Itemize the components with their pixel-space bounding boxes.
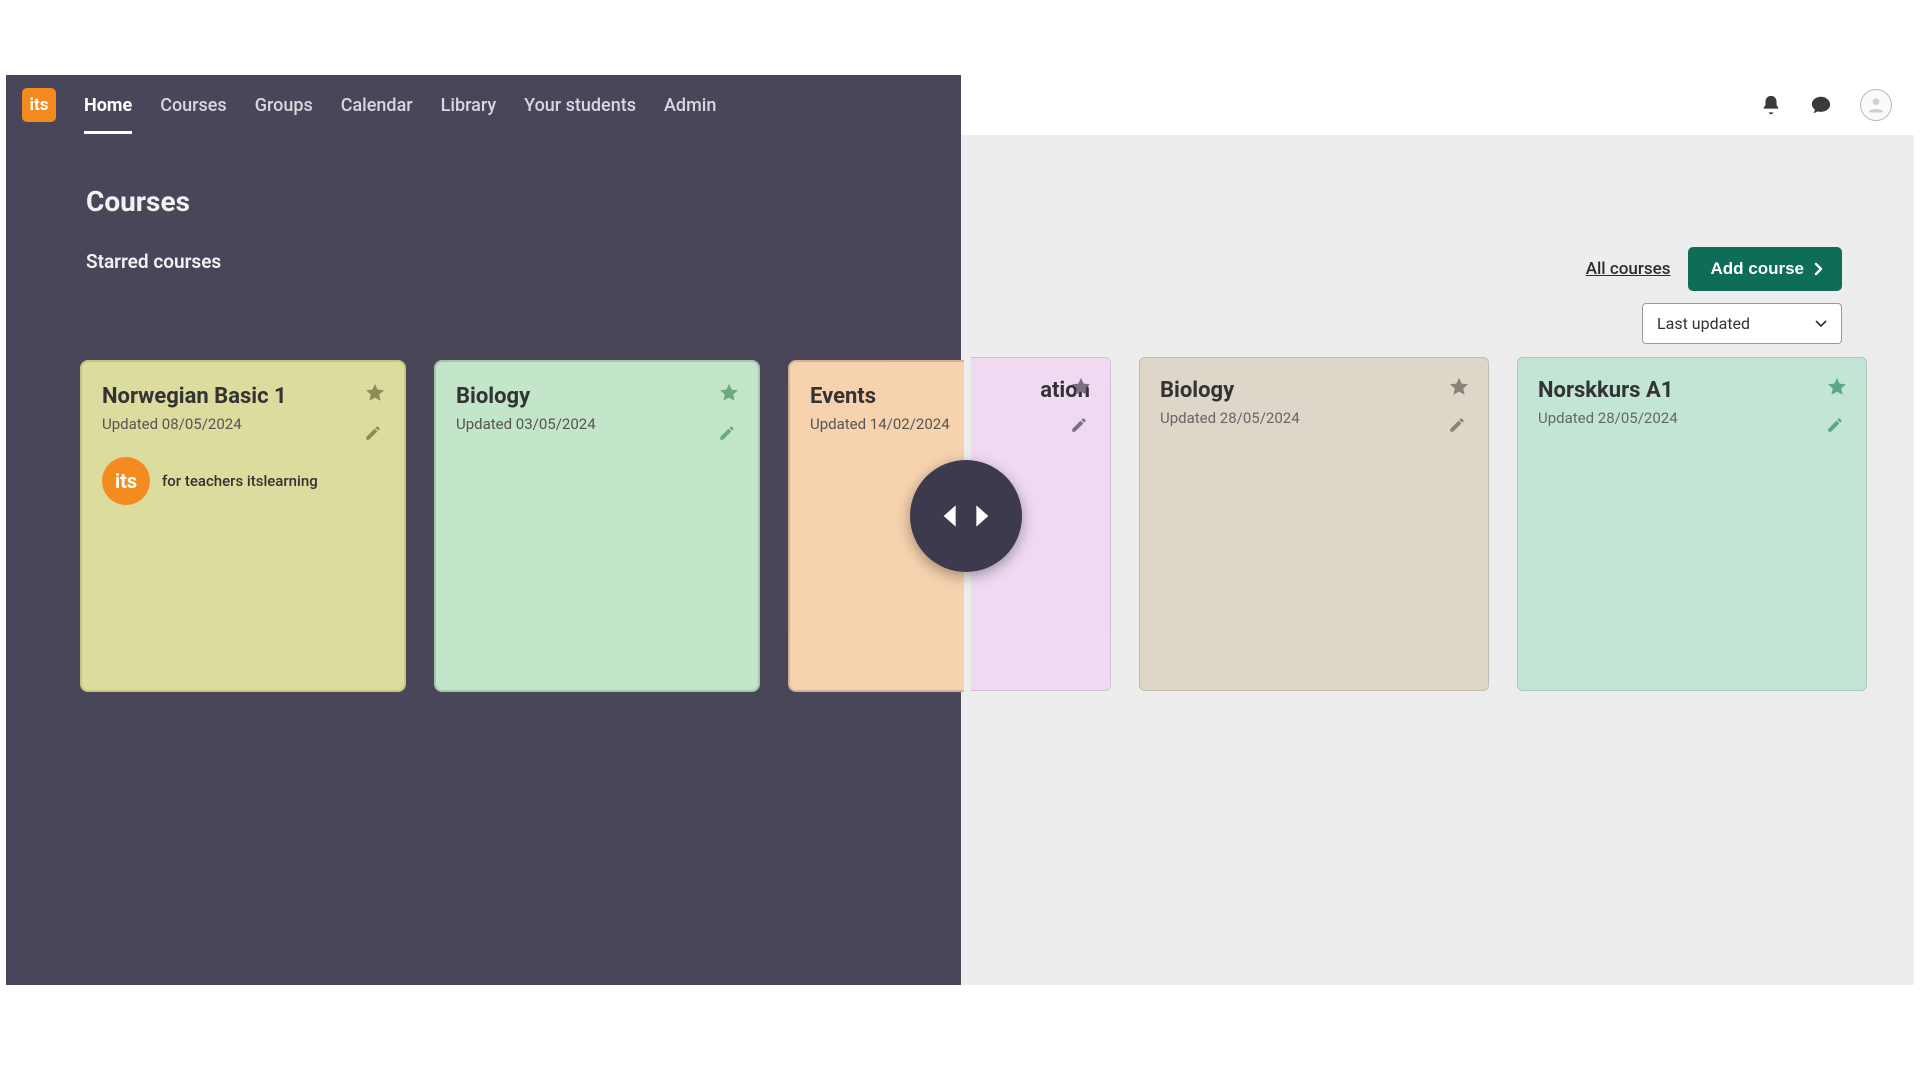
- nav-groups[interactable]: Groups: [255, 95, 313, 116]
- course-card-updated: Updated 03/05/2024: [456, 415, 738, 433]
- add-course-label: Add course: [1710, 259, 1804, 279]
- main-nav: its Home Courses Groups Calendar Library…: [6, 75, 961, 135]
- sort-selected-label: Last updated: [1657, 314, 1750, 333]
- add-course-button[interactable]: Add course: [1688, 247, 1842, 291]
- course-card-updated: Updated 28/05/2024: [1538, 409, 1846, 427]
- course-card[interactable]: Norskkurs A1 Updated 28/05/2024: [1517, 357, 1867, 691]
- teacher-row: its for teachers itslearning: [102, 457, 384, 505]
- pencil-icon[interactable]: [1070, 416, 1088, 438]
- app-dark-pane: its Home Courses Groups Calendar Library…: [6, 75, 961, 985]
- star-icon[interactable]: [1448, 376, 1470, 402]
- pencil-icon[interactable]: [364, 424, 382, 446]
- starred-course-cards: Norwegian Basic 1 Updated 08/05/2024 its…: [80, 360, 964, 692]
- course-card-title: Norskkurs A1: [1538, 378, 1846, 403]
- star-icon[interactable]: [364, 382, 386, 408]
- course-card-title: Events: [810, 384, 944, 409]
- course-card-updated: Updated 14/02/2024: [810, 415, 944, 433]
- nav-calendar[interactable]: Calendar: [341, 95, 413, 116]
- right-course-cards: ation Biology Updated 28/05/2024 Norskku…: [971, 357, 1867, 691]
- nav-courses[interactable]: Courses: [160, 95, 227, 116]
- caret-down-icon: [1815, 320, 1827, 328]
- pencil-icon[interactable]: [718, 424, 736, 446]
- course-card[interactable]: Biology Updated 28/05/2024: [1139, 357, 1489, 691]
- pencil-icon[interactable]: [1448, 416, 1466, 438]
- course-card-updated: Updated 28/05/2024: [1160, 409, 1468, 427]
- star-icon[interactable]: [718, 382, 740, 408]
- teacher-avatar: its: [102, 457, 150, 505]
- course-card-updated: Updated 08/05/2024: [102, 415, 384, 433]
- chat-icon[interactable]: [1810, 94, 1832, 116]
- all-courses-link[interactable]: All courses: [1586, 259, 1671, 279]
- chevron-right-icon: [1814, 262, 1824, 276]
- nav-your-students[interactable]: Your students: [524, 95, 636, 116]
- compare-slider-handle[interactable]: [910, 460, 1022, 572]
- bell-icon[interactable]: [1760, 94, 1782, 116]
- course-card[interactable]: Biology Updated 03/05/2024: [434, 360, 760, 692]
- pencil-icon[interactable]: [1826, 416, 1844, 438]
- course-card-title: Biology: [1160, 378, 1468, 403]
- page-subsection: Starred courses: [86, 250, 961, 273]
- star-icon[interactable]: [1070, 376, 1092, 402]
- nav-home[interactable]: Home: [84, 95, 132, 116]
- course-card[interactable]: Norwegian Basic 1 Updated 08/05/2024 its…: [80, 360, 406, 692]
- star-icon[interactable]: [1826, 376, 1848, 402]
- brand-logo[interactable]: its: [22, 88, 56, 122]
- nav-library[interactable]: Library: [441, 95, 497, 116]
- sort-dropdown[interactable]: Last updated: [1642, 303, 1842, 344]
- page-title: Courses: [86, 185, 961, 218]
- course-card-title: Norwegian Basic 1: [102, 384, 384, 409]
- teacher-name: for teachers itslearning: [162, 472, 318, 490]
- nav-admin[interactable]: Admin: [664, 95, 716, 116]
- course-card-title: Biology: [456, 384, 738, 409]
- courses-toolbar: All courses Add course: [1586, 247, 1842, 291]
- user-avatar[interactable]: [1860, 89, 1892, 121]
- slider-arrows-icon: [940, 504, 992, 528]
